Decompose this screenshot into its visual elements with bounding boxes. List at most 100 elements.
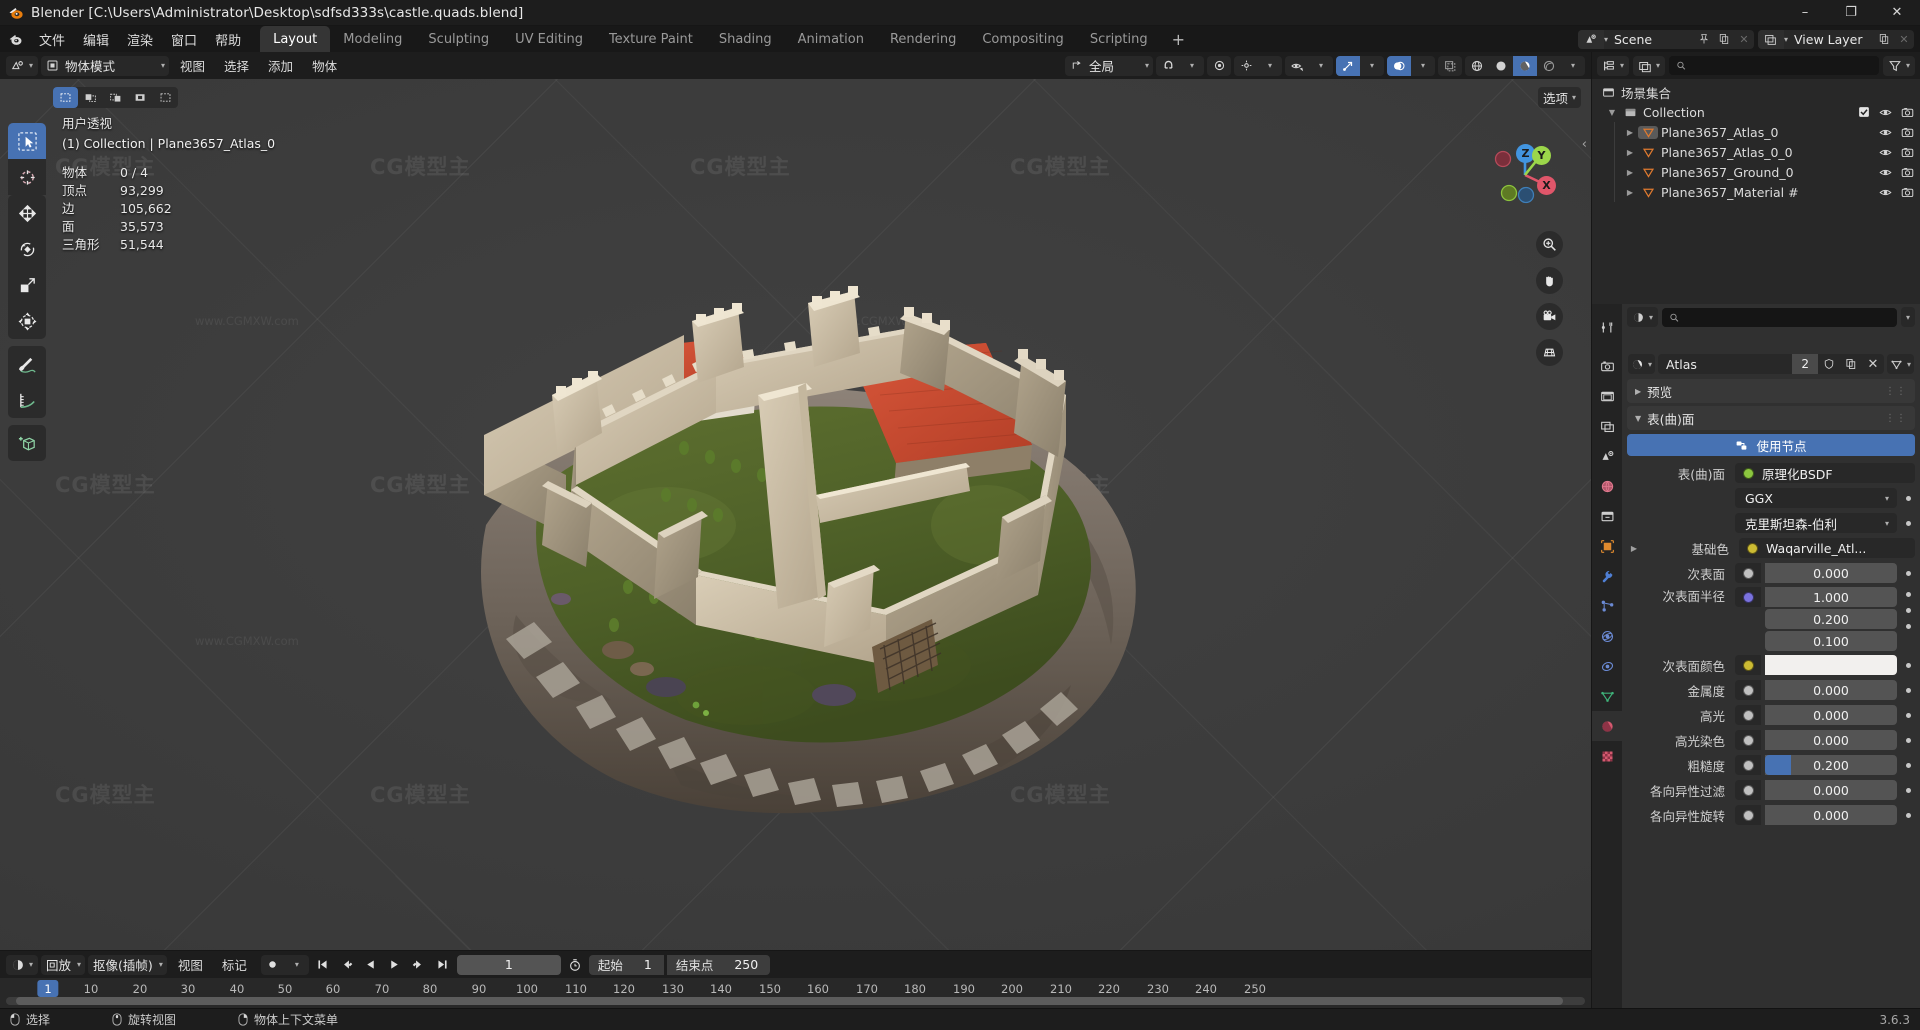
properties-tab-particles[interactable]: [1592, 591, 1622, 621]
properties-tab-output[interactable]: [1592, 381, 1622, 411]
show-gizmo-icon[interactable]: [1336, 55, 1360, 76]
shading-chevron-down-icon[interactable]: ▾: [1561, 56, 1585, 76]
anisotropic-value-field[interactable]: 0.000: [1765, 780, 1897, 800]
shading-solid-icon[interactable]: [1489, 56, 1513, 76]
specular-value-field[interactable]: 0.000: [1765, 705, 1897, 725]
tab-texture-paint[interactable]: Texture Paint: [596, 26, 706, 52]
object-disclosure-triangle-icon[interactable]: ▶: [1622, 148, 1638, 157]
use-nodes-button[interactable]: 使用节点: [1627, 434, 1915, 456]
gizmo-axis-x[interactable]: X: [1537, 176, 1556, 195]
roughness-socket-box[interactable]: [1735, 755, 1761, 775]
timeline-scrollbar[interactable]: [6, 997, 1585, 1005]
object-disclosure-triangle-icon[interactable]: ▶: [1622, 128, 1638, 137]
auto-keying-icon[interactable]: [261, 955, 285, 975]
collection-disclosure-triangle-icon[interactable]: ▼: [1604, 108, 1620, 117]
fake-user-shield-icon[interactable]: [1818, 354, 1840, 374]
snap-magnet-icon[interactable]: [1156, 56, 1180, 76]
keying-menu[interactable]: 抠像(插帧) ▾: [88, 954, 167, 975]
play-reverse-button[interactable]: [360, 955, 382, 975]
disable-render-camera-icon[interactable]: [1901, 126, 1914, 139]
object-disclosure-triangle-icon[interactable]: ▶: [1622, 168, 1638, 177]
subsurface-radius-socket-box[interactable]: [1735, 587, 1761, 607]
auto-keying-chevron-down-icon[interactable]: ▾: [285, 955, 309, 975]
properties-tab-view-layer[interactable]: [1592, 411, 1622, 441]
viewport-menu-add[interactable]: 添加: [260, 56, 301, 76]
viewport-options-button[interactable]: 选项 ▾: [1537, 87, 1581, 108]
outliner-filter-button[interactable]: ▾: [1882, 55, 1915, 76]
material-preview-type-button[interactable]: ▾: [1886, 354, 1914, 374]
material-name-field[interactable]: Atlas 2 ✕: [1658, 354, 1884, 374]
transform-orientation-selector[interactable]: 全局 ▾: [1065, 55, 1153, 76]
viewport-menu-object[interactable]: 物体: [304, 56, 345, 76]
show-overlays-icon[interactable]: [1387, 55, 1411, 76]
base-color-texture-link[interactable]: Waqarville_Atl...: [1739, 538, 1915, 558]
camera-view-icon[interactable]: [1536, 303, 1563, 330]
select-subtract-icon[interactable]: [103, 87, 128, 108]
toggle-xray-icon[interactable]: [1438, 56, 1462, 76]
subsurface-radius-z[interactable]: 0.100: [1765, 631, 1897, 651]
select-invert-icon[interactable]: [128, 87, 153, 108]
viewlayer-selector[interactable]: ▾ View Layer ✕: [1757, 29, 1914, 49]
select-intersect-icon[interactable]: [153, 87, 178, 108]
properties-tab-data[interactable]: [1592, 681, 1622, 711]
object-disclosure-triangle-icon[interactable]: ▶: [1622, 188, 1638, 197]
shading-wireframe-icon[interactable]: [1465, 56, 1489, 76]
menu-help[interactable]: 帮助: [206, 26, 250, 52]
base-color-expand-triangle-icon[interactable]: ▶: [1627, 544, 1641, 553]
anisotropic-rotation-value-field[interactable]: 0.000: [1765, 805, 1897, 825]
outliner-row-collection[interactable]: ▼ Collection: [1592, 102, 1920, 122]
subsurface-socket-box[interactable]: [1735, 563, 1761, 583]
jump-to-end-button[interactable]: [432, 955, 454, 975]
maximize-button[interactable]: ❐: [1828, 0, 1874, 26]
unlink-material-close-icon[interactable]: ✕: [1862, 354, 1884, 374]
interaction-mode-selector[interactable]: 物体模式 ▾: [41, 55, 170, 76]
metallic-socket-box[interactable]: [1735, 680, 1761, 700]
shading-material-preview-icon[interactable]: [1513, 55, 1537, 76]
tool-scale[interactable]: [8, 267, 46, 303]
material-browse-button[interactable]: ▾: [1628, 354, 1656, 374]
jump-to-prev-keyframe-button[interactable]: [336, 955, 358, 975]
object-visibility-icon[interactable]: [1285, 56, 1309, 76]
viewport-menu-select[interactable]: 选择: [216, 56, 257, 76]
material-users-count[interactable]: 2: [1792, 354, 1818, 374]
timeline-menu-view[interactable]: 视图: [170, 955, 211, 975]
disable-render-camera-icon[interactable]: [1901, 186, 1914, 199]
add-workspace-button[interactable]: +: [1161, 26, 1196, 52]
tab-scripting[interactable]: Scripting: [1077, 26, 1161, 52]
editor-type-button[interactable]: ▾: [6, 55, 39, 76]
animate-property-dot-icon[interactable]: [1901, 762, 1915, 768]
hide-viewport-eye-icon[interactable]: [1879, 186, 1892, 199]
animate-property-dot-icon[interactable]: [1901, 603, 1915, 617]
frame-end-field[interactable]: 结束点 250: [666, 954, 771, 975]
tool-transform[interactable]: [8, 303, 46, 339]
new-viewlayer-icon[interactable]: [1874, 30, 1894, 49]
subsurface-color-swatch[interactable]: [1765, 655, 1897, 675]
tool-annotate[interactable]: [8, 346, 46, 382]
jump-to-next-keyframe-button[interactable]: [408, 955, 430, 975]
subsurface-value-field[interactable]: 0.000: [1765, 563, 1897, 583]
tool-add-cube[interactable]: [8, 425, 46, 461]
outliner-row-plane3657-material[interactable]: ▶ Plane3657_Material #: [1592, 182, 1920, 202]
delete-viewlayer-icon[interactable]: ✕: [1894, 30, 1914, 49]
subsurface-radius-x[interactable]: 1.000: [1765, 587, 1897, 607]
metallic-value-field[interactable]: 0.000: [1765, 680, 1897, 700]
specular-tint-value-field[interactable]: 0.000: [1765, 730, 1897, 750]
tool-measure[interactable]: [8, 382, 46, 418]
3d-viewport[interactable]: CG模型主 CG模型主 CG模型主 CG模型主 CG模型主 CG模型主 CG模型…: [0, 79, 1591, 950]
subsurface-color-socket-box[interactable]: [1735, 655, 1761, 675]
properties-tab-tool[interactable]: [1592, 312, 1622, 342]
surface-shader-dropdown[interactable]: 原理化BSDF: [1735, 463, 1915, 483]
properties-tab-render[interactable]: [1592, 351, 1622, 381]
outliner-row-plane3657-atlas-0[interactable]: ▶ Plane3657_Atlas_0: [1592, 122, 1920, 142]
distribution-dropdown[interactable]: GGX ▾: [1735, 488, 1897, 508]
properties-tab-scene[interactable]: [1592, 441, 1622, 471]
jump-to-start-button[interactable]: [312, 955, 334, 975]
menu-file[interactable]: 文件: [30, 26, 74, 52]
outliner-display-mode-button[interactable]: ▾: [1633, 55, 1666, 76]
use-preview-range-icon[interactable]: [564, 955, 586, 975]
outliner-row-scene-collection[interactable]: 场景集合: [1592, 82, 1920, 102]
roughness-slider[interactable]: 0.200: [1765, 755, 1897, 775]
proportional-edit-icon[interactable]: [1207, 56, 1231, 76]
timeline-playhead[interactable]: 1: [37, 980, 59, 997]
anisotropic-socket-box[interactable]: [1735, 780, 1761, 800]
